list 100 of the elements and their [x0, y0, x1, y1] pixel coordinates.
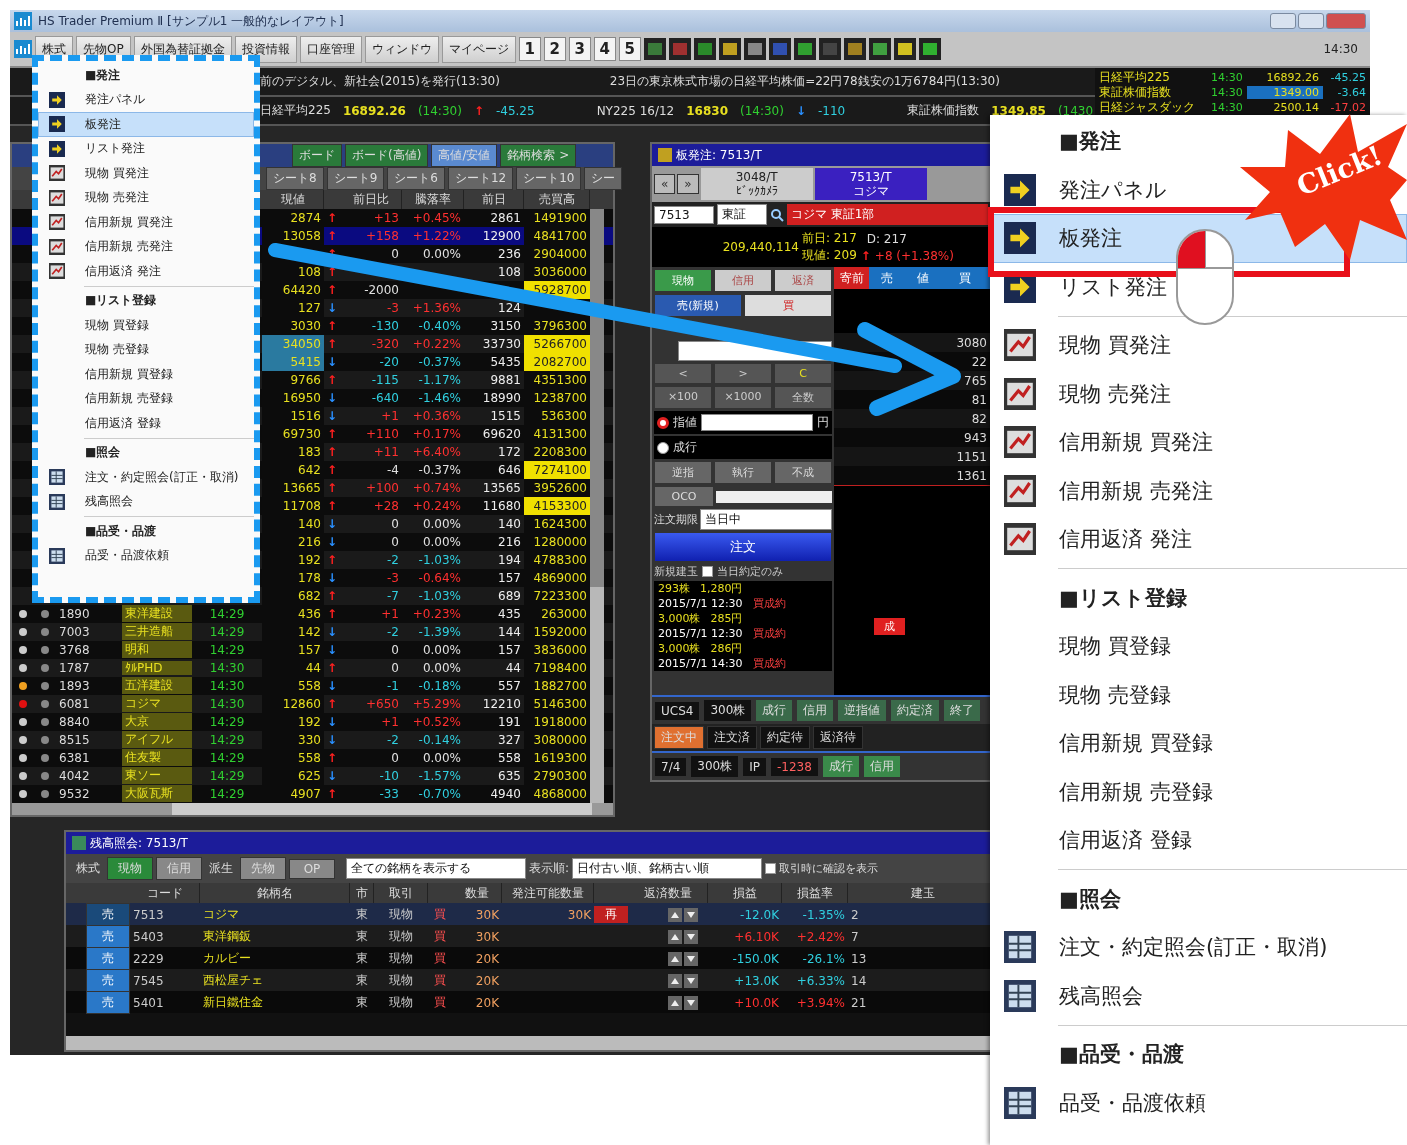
- page-button[interactable]: 3: [568, 37, 591, 61]
- order-status-tab[interactable]: 約定待: [760, 726, 810, 749]
- trend-arrow: ↓: [325, 714, 339, 729]
- menu-item[interactable]: 現物 買発注: [990, 321, 1407, 370]
- menu-item[interactable]: 現物 買登録: [990, 622, 1407, 671]
- nav-button[interactable]: «: [654, 174, 676, 194]
- sell-button[interactable]: 売: [86, 969, 130, 992]
- page-button[interactable]: 5: [618, 37, 641, 61]
- menu-item[interactable]: 信用新規 売発注: [990, 466, 1407, 515]
- condition-button[interactable]: 執行: [714, 461, 772, 484]
- quantity-key[interactable]: ×1000: [714, 386, 772, 409]
- toolbar-icon[interactable]: [818, 38, 841, 60]
- menu-item[interactable]: 現物 売発注: [990, 369, 1407, 418]
- time-cell-text: 14:29: [208, 768, 246, 783]
- toolbar-icon[interactable]: [643, 38, 666, 60]
- search-icon[interactable]: [770, 207, 784, 222]
- checkbox[interactable]: [765, 863, 777, 874]
- sheet-tab[interactable]: シート6: [387, 167, 445, 190]
- radio-button[interactable]: [657, 416, 669, 429]
- menu-item[interactable]: 信用新規 買登録: [990, 719, 1407, 768]
- percent-cell-text: +1.22%: [411, 227, 462, 245]
- quantity-key[interactable]: <: [654, 363, 712, 384]
- market-select[interactable]: 東証: [717, 204, 767, 225]
- menu-item[interactable]: 板発注: [38, 112, 254, 137]
- toolbar-icon[interactable]: [843, 38, 866, 60]
- radio-button[interactable]: [657, 441, 669, 454]
- sell-button[interactable]: 売: [86, 991, 130, 1014]
- toolbar-icon[interactable]: [668, 38, 691, 60]
- toolbar-icon[interactable]: [693, 38, 716, 60]
- toolbar-icon[interactable]: [918, 38, 941, 60]
- minimize-button[interactable]: [1270, 13, 1296, 29]
- board-volume: 3080: [955, 335, 988, 350]
- toolbar-icon[interactable]: [793, 38, 816, 60]
- order-status-tab[interactable]: 返済待: [813, 726, 863, 749]
- quantity-key[interactable]: 全数: [774, 386, 832, 409]
- page-button[interactable]: 4: [593, 37, 616, 61]
- price-field[interactable]: [701, 414, 813, 431]
- view-button[interactable]: ボード(高値): [345, 144, 429, 167]
- menu-item[interactable]: 信用返済 登録: [990, 816, 1407, 865]
- maximize-button[interactable]: [1298, 13, 1324, 29]
- oco-button[interactable]: OCO: [654, 486, 714, 507]
- view-button[interactable]: ボード: [292, 144, 342, 167]
- order-button[interactable]: 注文: [654, 532, 832, 562]
- trend-arrow: ↑: [325, 444, 339, 459]
- sell-button[interactable]: 売: [86, 903, 130, 926]
- menu-item[interactable]: 現物 売登録: [990, 670, 1407, 719]
- slider-track[interactable]: [716, 490, 832, 503]
- menu-item[interactable]: 現物 買発注: [38, 161, 254, 186]
- page-button[interactable]: 2: [543, 37, 566, 61]
- menu-item[interactable]: 信用新規 買発注: [990, 418, 1407, 467]
- trade-type-tab[interactable]: 信用: [714, 269, 772, 292]
- menu-bar-item[interactable]: ウィンドウ: [364, 35, 439, 63]
- menu-item[interactable]: リスト発注: [38, 136, 254, 161]
- menu-item[interactable]: 品受・品渡依頼: [990, 1078, 1407, 1127]
- deadline-select[interactable]: 当日中: [700, 509, 832, 530]
- previous-cell-text: 435: [497, 606, 522, 621]
- view-button[interactable]: 銘柄検索 >: [500, 144, 577, 167]
- stock-tab[interactable]: 3048/T ﾋﾞｯｸｶﾒﾗ: [700, 168, 813, 200]
- scope-select[interactable]: 全ての銘柄を表示する: [346, 858, 526, 879]
- sheet-tab[interactable]: シート10: [516, 167, 582, 190]
- index-value: 16830: [686, 103, 728, 118]
- index-value: 16892.26: [342, 103, 406, 118]
- trade-type-tab[interactable]: 現物: [654, 269, 712, 292]
- menu-item[interactable]: 信用返済 発注: [990, 515, 1407, 564]
- checkbox[interactable]: [702, 566, 713, 577]
- menu-item[interactable]: 発注パネル: [38, 87, 254, 112]
- quantity-key[interactable]: ×100: [654, 386, 712, 409]
- toolbar-icon[interactable]: [868, 38, 891, 60]
- side-tab[interactable]: 売(新規): [654, 294, 742, 317]
- toolbar-icon[interactable]: [718, 38, 741, 60]
- order-status-tab[interactable]: 注文済: [707, 726, 757, 749]
- quantity-key[interactable]: C: [774, 363, 832, 384]
- menu-item[interactable]: リスト発注: [990, 262, 1407, 311]
- menu-bar-item[interactable]: 口座管理: [299, 35, 362, 63]
- previous-cell-text: 194: [497, 552, 522, 567]
- page-button[interactable]: 1: [518, 37, 541, 61]
- order-status-chip: 成行: [821, 755, 860, 778]
- menu-bar-item[interactable]: マイページ: [441, 35, 516, 63]
- stock-tab[interactable]: 7513/T コジマ: [814, 168, 927, 200]
- condition-button[interactable]: 不成: [774, 461, 832, 484]
- condition-button[interactable]: 逆指: [654, 461, 712, 484]
- profit-rate-cell-text: +2.42%: [795, 929, 846, 944]
- sheet-tab[interactable]: シート12: [447, 167, 514, 190]
- sheet-tab[interactable]: シート9: [326, 167, 385, 190]
- sell-button[interactable]: 売: [86, 947, 130, 970]
- sheet-tab[interactable]: シー: [584, 167, 623, 190]
- sort-select[interactable]: 日付古い順、銘柄古い順: [572, 858, 763, 879]
- toolbar-icon[interactable]: [743, 38, 766, 60]
- menu-item[interactable]: 信用新規 売登録: [990, 767, 1407, 816]
- nav-button[interactable]: »: [677, 174, 699, 194]
- toolbar-icon[interactable]: [893, 38, 916, 60]
- sell-button[interactable]: 売: [86, 925, 130, 948]
- menu-item[interactable]: 現物 売発注: [38, 185, 254, 210]
- sheet-tab[interactable]: シート8: [266, 167, 324, 190]
- trade-type-tab[interactable]: 返済: [774, 269, 832, 292]
- toolbar-icon[interactable]: [768, 38, 791, 60]
- code-field[interactable]: 7513: [654, 205, 714, 224]
- quantity-key[interactable]: >: [714, 363, 772, 384]
- side-tab[interactable]: 買: [744, 294, 832, 317]
- previous-cell-text: 557: [497, 678, 522, 693]
